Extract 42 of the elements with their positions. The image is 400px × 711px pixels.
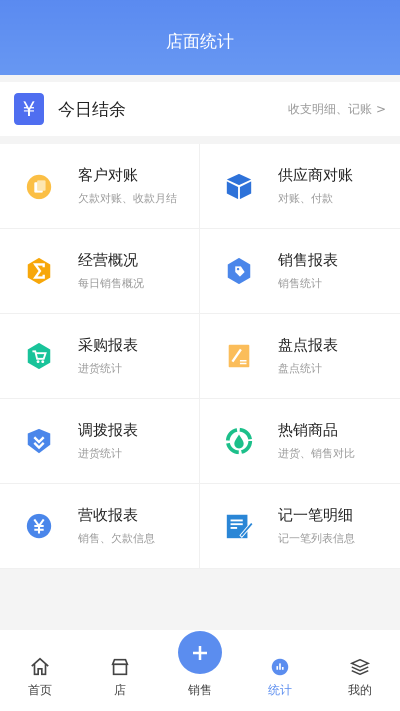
nav-tab[interactable]: 店 bbox=[80, 630, 160, 711]
item-subtitle: 对账、付款 bbox=[278, 191, 334, 206]
balance-title: 今日结余 bbox=[58, 98, 127, 120]
item-title: 经营概况 bbox=[78, 251, 139, 270]
header-title: 店面统计 bbox=[166, 31, 234, 53]
menu-item[interactable]: 记一笔明细 记一笔列表信息 bbox=[200, 484, 400, 569]
item-subtitle: 每日销售概况 bbox=[78, 276, 144, 291]
menu-item[interactable]: 盘点报表 盘点统计 bbox=[200, 314, 400, 399]
item-title: 采购报表 bbox=[78, 336, 138, 355]
nav-tab[interactable]: 我的 bbox=[320, 630, 400, 711]
item-title: 营收报表 bbox=[78, 506, 139, 525]
nav-tab[interactable]: 首页 bbox=[0, 630, 80, 711]
menu-item[interactable]: 供应商对账 对账、付款 bbox=[200, 144, 400, 229]
menu-item[interactable]: 销售报表 销售统计 bbox=[200, 229, 400, 314]
item-title: 盘点报表 bbox=[278, 336, 338, 355]
item-title: 记一笔明细 bbox=[278, 506, 354, 525]
menu-item[interactable]: 热销商品 进货、销售对比 bbox=[200, 399, 400, 484]
menu-item[interactable]: 客户对账 欠款对账、收款月结 bbox=[0, 144, 200, 229]
item-subtitle: 销售、欠款信息 bbox=[78, 531, 155, 546]
yen-icon: ¥ bbox=[14, 93, 44, 125]
layers-icon bbox=[349, 656, 371, 678]
chart-icon bbox=[269, 656, 291, 678]
menu-item[interactable]: 营收报表 销售、欠款信息 bbox=[0, 484, 200, 569]
item-title: 热销商品 bbox=[278, 421, 339, 440]
item-title: 供应商对账 bbox=[278, 166, 353, 185]
item-subtitle: 盘点统计 bbox=[278, 361, 323, 376]
balance-card[interactable]: ¥ 今日结余 收支明细、记账 > bbox=[0, 82, 400, 136]
nav-tab[interactable]: 销售 bbox=[160, 630, 240, 711]
item-subtitle: 销售统计 bbox=[278, 276, 323, 291]
item-subtitle: 进货统计 bbox=[78, 446, 123, 461]
item-subtitle: 记一笔列表信息 bbox=[278, 531, 355, 546]
store-icon bbox=[109, 656, 131, 678]
menu-item[interactable]: 调拨报表 进货统计 bbox=[0, 399, 200, 484]
item-title: 客户对账 bbox=[78, 166, 139, 185]
item-title: 调拨报表 bbox=[78, 421, 138, 440]
item-subtitle: 进货、销售对比 bbox=[278, 446, 355, 461]
menu-item[interactable]: 采购报表 进货统计 bbox=[0, 314, 200, 399]
item-subtitle: 欠款对账、收款月结 bbox=[78, 191, 177, 206]
home-icon bbox=[29, 656, 51, 678]
menu-item[interactable]: 经营概况 每日销售概况 bbox=[0, 229, 200, 314]
item-title: 销售报表 bbox=[278, 251, 338, 270]
item-subtitle: 进货统计 bbox=[78, 361, 123, 376]
